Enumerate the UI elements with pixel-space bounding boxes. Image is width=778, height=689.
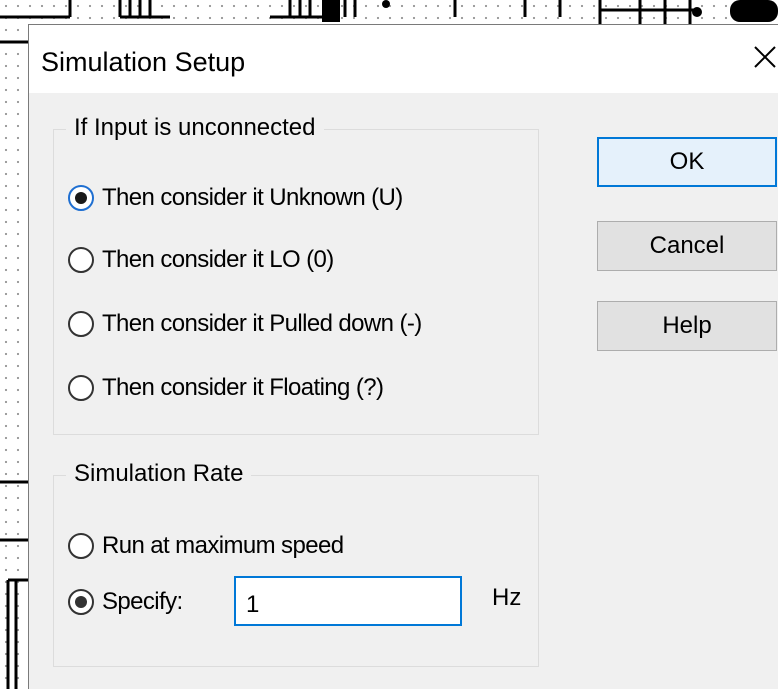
radio-specify-label: Specify:	[102, 588, 183, 615]
radio-specify[interactable]: Specify:	[68, 586, 183, 618]
radio-pulled-down-label: Then consider it Pulled down (-)	[102, 310, 422, 337]
radio-lo-label: Then consider it LO (0)	[102, 246, 334, 273]
ok-button[interactable]: OK	[597, 137, 777, 187]
rate-unit-label: Hz	[492, 584, 522, 611]
radio-floating-label: Then consider it Floating (?)	[102, 374, 384, 401]
simulation-rate-group: Simulation Rate Run at maximum speed Spe…	[53, 460, 539, 667]
rate-input[interactable]	[234, 576, 462, 626]
radio-lo[interactable]: Then consider it LO (0)	[68, 244, 334, 276]
close-icon[interactable]	[747, 39, 778, 75]
simulation-rate-group-label: Simulation Rate	[66, 460, 252, 488]
radio-lo-button[interactable]	[68, 247, 94, 273]
radio-specify-button[interactable]	[68, 589, 94, 615]
radio-unknown-button[interactable]	[68, 185, 94, 211]
radio-unknown-label: Then consider it Unknown (U)	[102, 184, 403, 211]
simulation-setup-dialog: Simulation Setup If Input is unconnected…	[28, 24, 778, 689]
help-button[interactable]: Help	[597, 301, 777, 351]
radio-pulled-down-button[interactable]	[68, 311, 94, 337]
radio-max-speed-button[interactable]	[68, 533, 94, 559]
dialog-title: Simulation Setup	[41, 47, 246, 77]
radio-unknown[interactable]: Then consider it Unknown (U)	[68, 182, 403, 214]
radio-floating[interactable]: Then consider it Floating (?)	[68, 372, 384, 404]
cancel-button[interactable]: Cancel	[597, 221, 777, 271]
unconnected-input-group-label: If Input is unconnected	[66, 114, 324, 142]
screen: Simulation Setup If Input is unconnected…	[0, 0, 778, 689]
radio-max-speed[interactable]: Run at maximum speed	[68, 530, 344, 562]
radio-max-speed-label: Run at maximum speed	[102, 532, 344, 559]
title-bar: Simulation Setup	[29, 25, 778, 93]
radio-pulled-down[interactable]: Then consider it Pulled down (-)	[68, 308, 422, 340]
radio-floating-button[interactable]	[68, 375, 94, 401]
unconnected-input-group: If Input is unconnected Then consider it…	[53, 114, 539, 435]
